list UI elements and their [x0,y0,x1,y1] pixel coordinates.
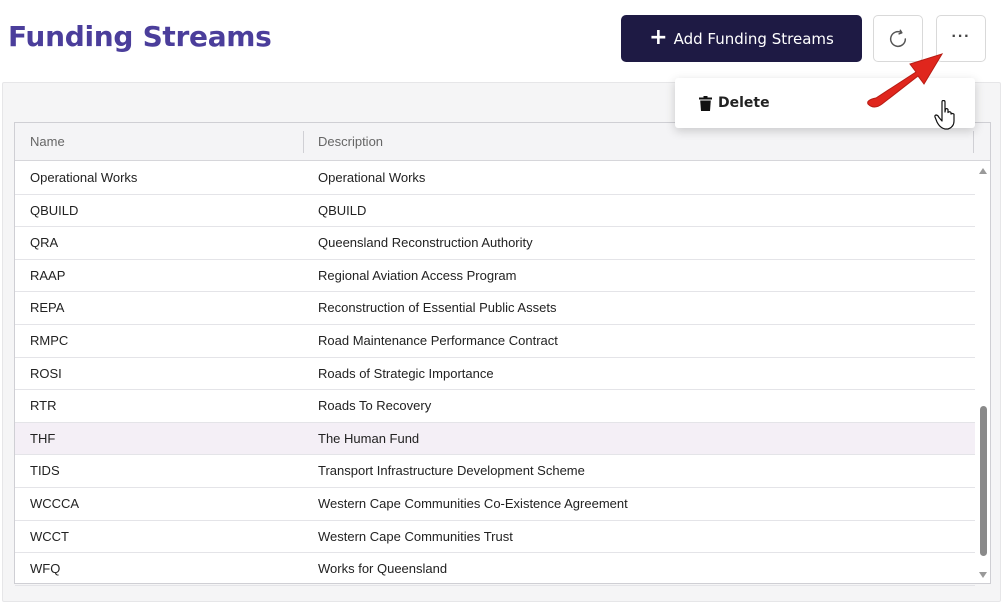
scroll-down-arrow-icon[interactable] [979,572,987,578]
cell-description: Reconstruction of Essential Public Asset… [318,300,557,316]
column-header-name[interactable]: Name [30,123,65,161]
cell-name: THF [30,430,56,446]
cell-name: QBUILD [30,202,79,218]
cell-name: Operational Works [30,170,138,185]
page-title: Funding Streams [8,20,272,53]
table-row[interactable]: QBUILD QBUILD [15,195,975,228]
table-row-highlighted[interactable]: THF The Human Fund [15,422,975,456]
scrollbar-thumb[interactable] [980,406,987,556]
cell-name: ROSI [30,365,62,381]
cell-description: Transport Infrastructure Development Sch… [318,463,585,479]
cell-description: Operational Works [318,170,426,185]
more-horizontal-icon: ··· [951,27,971,45]
cell-name: RAAP [30,267,66,283]
cell-name: TIDS [30,463,60,479]
cell-description: Western Cape Communities Co-Existence Ag… [318,495,628,511]
column-divider[interactable] [303,131,304,153]
cell-name: WCCCA [30,495,80,511]
cell-description: Western Cape Communities Trust [318,528,513,544]
table-row[interactable]: Operational Works Operational Works [15,162,975,195]
table-row[interactable]: RTR Roads To Recovery [15,390,975,423]
table-row[interactable]: RMPC Road Maintenance Performance Contra… [15,325,975,358]
table-row[interactable]: WCCCA Western Cape Communities Co-Existe… [15,488,975,521]
cell-description: The Human Fund [318,430,420,446]
table-row[interactable]: QRA Queensland Reconstruction Authority [15,227,975,260]
trash-icon [699,95,712,111]
vertical-scrollbar[interactable] [975,162,991,584]
cell-description: Regional Aviation Access Program [318,267,517,283]
column-divider[interactable] [973,131,974,153]
cell-name: QRA [30,235,59,251]
grid-body: Operational Works Operational Works QBUI… [15,162,975,586]
cell-name: WFQ [30,561,61,577]
menu-item-delete-label: Delete [718,95,770,111]
plus-icon: + [649,24,668,50]
cell-name: RMPC [30,332,69,348]
add-funding-streams-button[interactable]: + Add Funding Streams [621,15,862,62]
table-row[interactable]: ROSI Roads of Strategic Importance [15,358,975,391]
cell-description: Roads To Recovery [318,398,432,414]
table-row[interactable]: RAAP Regional Aviation Access Program [15,260,975,293]
menu-item-delete[interactable]: Delete [699,78,770,128]
cell-name: REPA [30,300,65,316]
funding-streams-grid: Name Description Operational Works Opera… [14,122,991,586]
add-funding-streams-label: Add Funding Streams [673,29,834,48]
table-row[interactable]: REPA Reconstruction of Essential Public … [15,292,975,325]
scroll-up-arrow-icon[interactable] [979,168,987,174]
column-header-description[interactable]: Description [318,123,383,161]
hand-cursor-icon [934,100,955,130]
cell-description: Road Maintenance Performance Contract [318,332,558,348]
table-row[interactable]: WFQ Works for Queensland [15,553,975,586]
cell-description: Works for Queensland [318,561,448,577]
table-row[interactable]: WCCT Western Cape Communities Trust [15,521,975,554]
grid-header: Name Description [15,123,990,161]
cell-description: QBUILD [318,202,367,218]
cell-name: WCCT [30,528,69,544]
cell-description: Queensland Reconstruction Authority [318,235,533,251]
table-row[interactable]: TIDS Transport Infrastructure Developmen… [15,455,975,488]
cell-name: RTR [30,398,57,414]
cell-description: Roads of Strategic Importance [318,365,494,381]
